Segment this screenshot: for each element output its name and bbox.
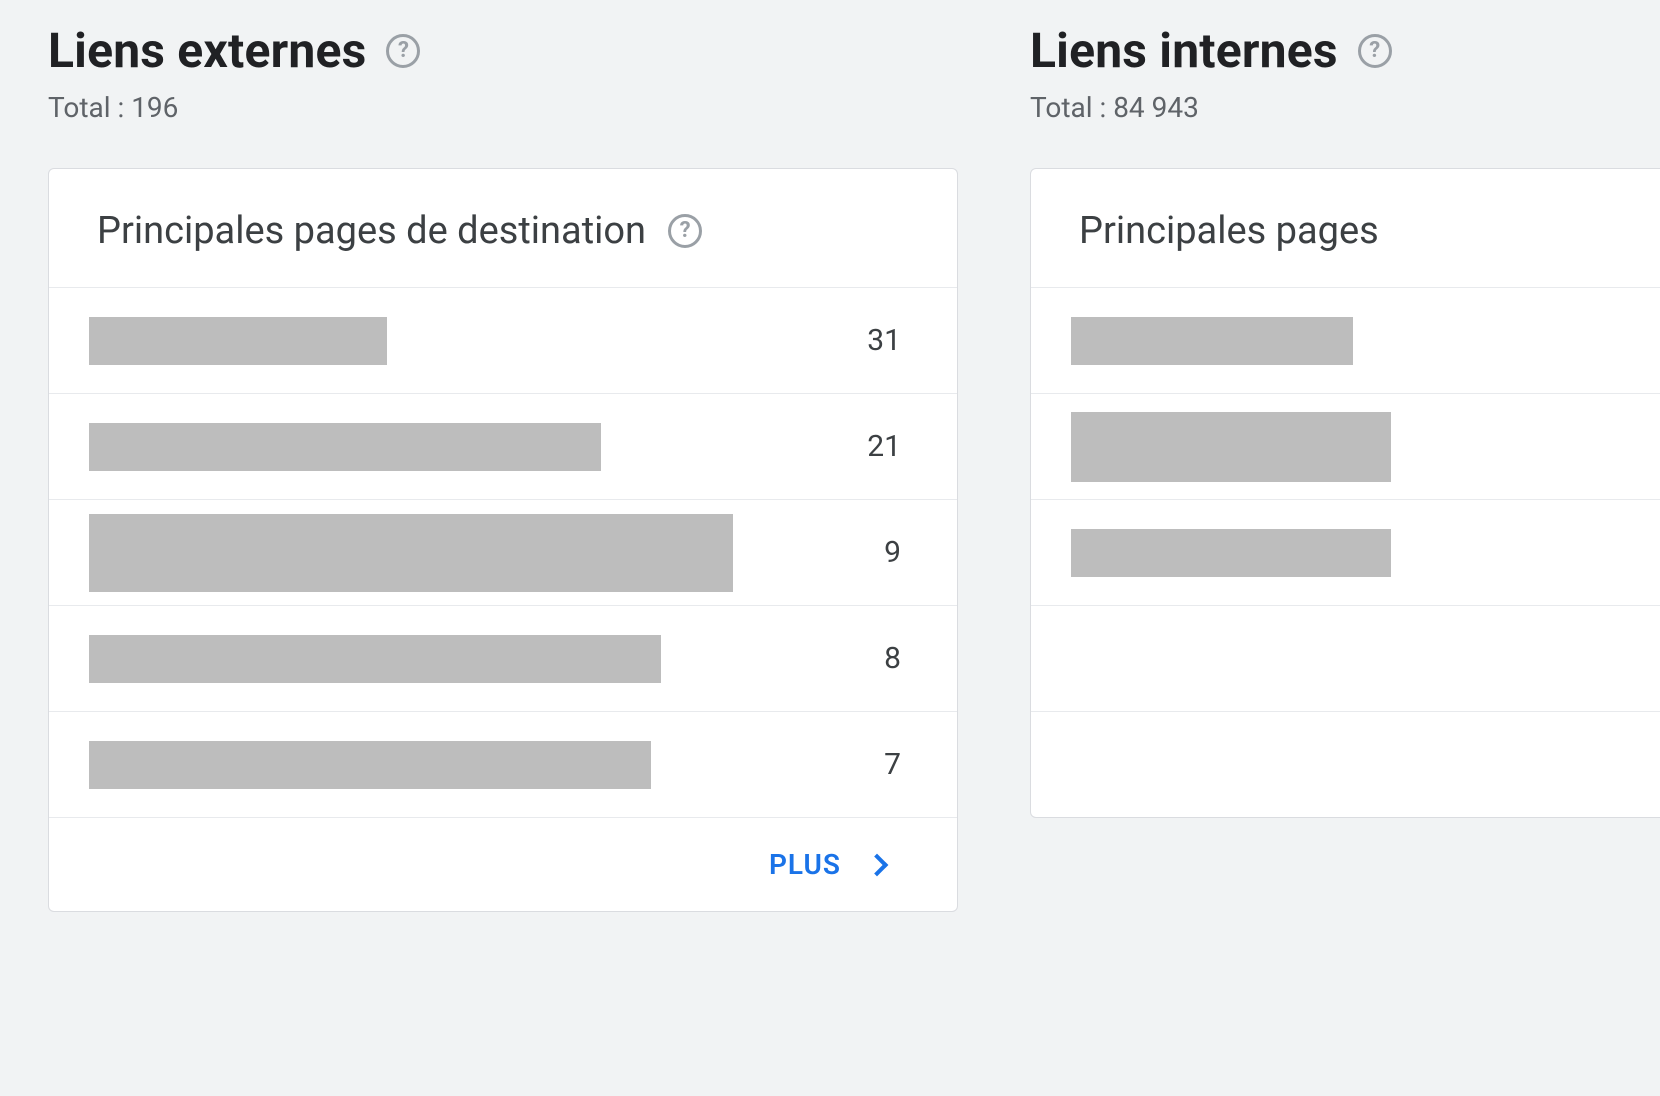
table-row[interactable] xyxy=(1031,499,1660,605)
more-label: PLUS xyxy=(769,848,841,881)
help-icon[interactable]: ? xyxy=(1358,34,1392,68)
chevron-right-icon xyxy=(866,853,889,876)
table-row[interactable] xyxy=(1031,393,1660,499)
redacted-url xyxy=(1071,317,1353,365)
table-row[interactable]: 21 xyxy=(49,393,957,499)
external-links-section: Liens externes ? Total : 196 Principales… xyxy=(48,22,958,912)
card-title: Principales pages xyxy=(1079,209,1379,253)
redacted-url xyxy=(1071,412,1391,482)
internal-links-title: Liens internes xyxy=(1030,22,1338,79)
redacted-url xyxy=(89,514,733,592)
link-count: 21 xyxy=(867,429,901,464)
help-icon[interactable]: ? xyxy=(386,34,420,68)
link-count: 8 xyxy=(884,641,901,676)
redacted-url xyxy=(89,423,601,471)
redacted-url xyxy=(1071,529,1391,577)
redacted-url xyxy=(89,741,651,789)
internal-links-total: Total : 84 943 xyxy=(1030,91,1660,124)
table-row[interactable] xyxy=(1031,711,1660,817)
table-row[interactable] xyxy=(1031,287,1660,393)
table-row[interactable]: 7 xyxy=(49,711,957,817)
link-count: 31 xyxy=(867,323,901,358)
table-row[interactable]: 8 xyxy=(49,605,957,711)
card-title: Principales pages de destination xyxy=(97,209,646,253)
table-row[interactable] xyxy=(1031,605,1660,711)
table-row[interactable]: 9 xyxy=(49,499,957,605)
link-count: 7 xyxy=(884,747,901,782)
link-count: 9 xyxy=(884,535,901,570)
external-links-title: Liens externes xyxy=(48,22,366,79)
more-button[interactable]: PLUS xyxy=(49,817,957,911)
internal-top-pages-card: Principales pages xyxy=(1030,168,1660,818)
external-top-pages-card: Principales pages de destination ? 31 21… xyxy=(48,168,958,912)
help-icon[interactable]: ? xyxy=(668,214,702,248)
external-links-total: Total : 196 xyxy=(48,91,958,124)
redacted-url xyxy=(89,635,661,683)
table-row[interactable]: 31 xyxy=(49,287,957,393)
internal-links-section: Liens internes ? Total : 84 943 Principa… xyxy=(1030,22,1660,912)
redacted-url xyxy=(89,317,387,365)
